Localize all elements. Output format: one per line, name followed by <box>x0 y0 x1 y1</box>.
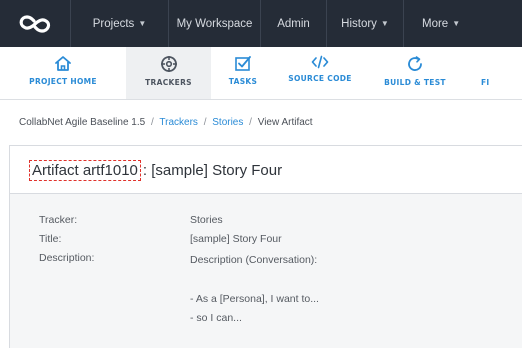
artifact-id-highlight: Artifact artf1010 <box>29 160 141 181</box>
crosshair-icon <box>160 56 177 72</box>
caret-down-icon: ▼ <box>380 19 389 28</box>
tool-build-and-test-label: BUILD & TEST <box>384 78 446 87</box>
nav-admin-label: Admin <box>277 17 310 30</box>
page-title: Artifact artf1010 : [sample] Story Four <box>29 160 283 181</box>
tool-fi-label: FI <box>481 78 490 87</box>
tool-source-code-label: SOURCE CODE <box>288 74 352 83</box>
tool-project-home-label: PROJECT HOME <box>29 77 97 86</box>
checkbox-icon <box>235 56 251 71</box>
nav-my-workspace[interactable]: My Workspace <box>168 0 260 47</box>
artifact-title-text: : [sample] Story Four <box>142 162 283 179</box>
code-icon <box>311 55 329 69</box>
breadcrumb-project[interactable]: CollabNet Agile Baseline 1.5 <box>19 117 145 128</box>
collabnet-logo-icon[interactable] <box>0 0 70 47</box>
nav-my-workspace-label: My Workspace <box>176 17 253 30</box>
nav-admin[interactable]: Admin <box>260 0 326 47</box>
description-line: - As a [Persona], I want to... <box>190 293 319 305</box>
home-icon <box>55 56 71 71</box>
description-heading: Description (Conversation): <box>190 254 318 266</box>
breadcrumb-stories-link[interactable]: Stories <box>212 117 243 128</box>
tool-build-and-test[interactable]: BUILD & TEST <box>365 47 465 99</box>
nav-more-menu[interactable]: More ▼ <box>403 0 522 47</box>
caret-down-icon: ▼ <box>452 19 461 28</box>
tool-tasks-label: TASKS <box>228 77 258 86</box>
tool-source-code[interactable]: SOURCE CODE <box>275 47 365 99</box>
breadcrumb-separator: / <box>203 117 207 128</box>
description-line: - so I can... <box>190 312 242 324</box>
tool-trackers-label: TRACKERS <box>145 78 192 87</box>
project-toolbar: PROJECT HOME TRACKERS TASKS SOURCE CODE <box>0 47 522 100</box>
nav-projects-menu[interactable]: Projects ▼ <box>70 0 168 47</box>
artifact-header: Artifact artf1010 : [sample] Story Four <box>10 146 522 194</box>
tool-fi[interactable]: FI <box>465 47 522 99</box>
title-value: [sample] Story Four <box>190 233 282 245</box>
breadcrumb: CollabNet Agile Baseline 1.5 / Trackers … <box>19 117 313 128</box>
tracker-value: Stories <box>190 214 223 226</box>
nav-history-label: History <box>341 17 377 30</box>
tool-trackers[interactable]: TRACKERS <box>126 47 211 99</box>
description-label: Description: <box>39 252 95 264</box>
refresh-icon <box>408 56 422 71</box>
breadcrumb-separator: / <box>150 117 154 128</box>
tracker-label: Tracker: <box>39 214 78 226</box>
title-label: Title: <box>39 233 62 245</box>
tool-tasks[interactable]: TASKS <box>211 47 275 99</box>
caret-down-icon: ▼ <box>138 19 147 28</box>
nav-more-label: More <box>422 17 449 30</box>
tool-project-home[interactable]: PROJECT HOME <box>0 47 126 99</box>
breadcrumb-separator: / <box>249 117 252 128</box>
artifact-panel: Artifact artf1010 : [sample] Story Four … <box>9 145 522 348</box>
breadcrumb-trackers-link[interactable]: Trackers <box>159 117 198 128</box>
top-nav: Projects ▼ My Workspace Admin History ▼ … <box>0 0 522 47</box>
nav-history-menu[interactable]: History ▼ <box>326 0 403 47</box>
nav-projects-label: Projects <box>92 17 135 30</box>
breadcrumb-current: View Artifact <box>257 117 313 128</box>
